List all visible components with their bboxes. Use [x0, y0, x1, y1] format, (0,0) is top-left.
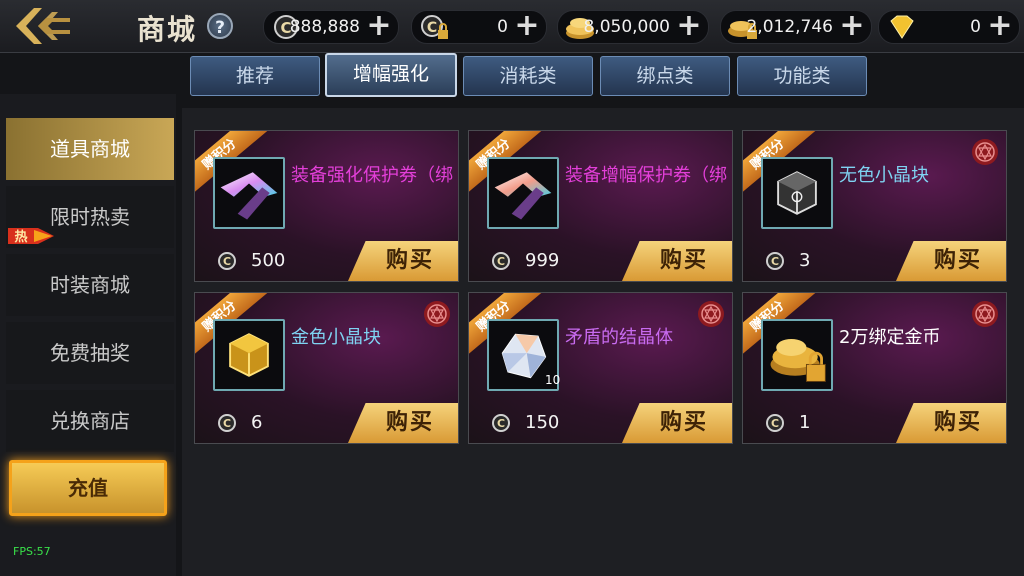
item-card[interactable]: 赠积分 2万绑定金币 C 1 购买 [742, 292, 1007, 444]
coupon-icon: C [218, 252, 236, 270]
item-name: 装备强化保护券（绑 [291, 165, 453, 186]
tab-bound-points[interactable]: 绑点类 [600, 56, 730, 96]
recharge-button[interactable]: 充值 [9, 460, 167, 516]
currency-gem: 0 + [878, 10, 1020, 44]
coupon-icon: C [492, 414, 510, 432]
add-locked-gold-button[interactable]: + [839, 11, 865, 43]
page-title: 商城 [137, 13, 198, 46]
top-bar: 商城 ? C 888,888 + C 0 + 8,050,000 + 2,012… [0, 0, 1024, 53]
svg-text:C: C [497, 417, 505, 430]
item-name: 2万绑定金币 [839, 327, 941, 348]
sidebar-item-free-draw[interactable]: 免费抽奖 [6, 322, 174, 384]
item-price: 999 [525, 250, 560, 271]
add-coupon-button[interactable]: + [366, 11, 392, 43]
coupon-icon: C [218, 414, 236, 432]
currency-value: 2,012,746 [746, 17, 833, 37]
currency-value: 888,888 [289, 17, 360, 37]
coupon-icon: C [766, 414, 784, 432]
locked-coupon-icon: C [421, 15, 448, 39]
buy-button[interactable]: 购买 [622, 403, 732, 443]
svg-text:C: C [427, 20, 437, 36]
currency-value: 8,050,000 [583, 17, 670, 37]
svg-text:C: C [771, 255, 779, 268]
hot-badge-label: 热 [14, 229, 27, 245]
buy-button[interactable]: 购买 [348, 403, 458, 443]
tab-recommend[interactable]: 推荐 [190, 56, 320, 96]
buy-button[interactable]: 购买 [896, 403, 1006, 443]
add-gold-button[interactable]: + [676, 11, 702, 43]
seal-icon [424, 301, 450, 327]
fps-counter: FPS:57 [13, 545, 51, 558]
sidebar-item-exchange-shop[interactable]: 兑换商店 [6, 390, 174, 452]
item-card[interactable]: 赠积分 金色小晶块 C 6 购买 [194, 292, 459, 444]
back-icon[interactable] [12, 4, 74, 48]
add-gem-button[interactable]: + [987, 11, 1013, 43]
item-count: 10 [545, 373, 561, 387]
buy-button[interactable]: 购买 [348, 241, 458, 281]
svg-text:C: C [771, 417, 779, 430]
item-price: 150 [525, 412, 560, 433]
hot-badge: 热 [8, 228, 54, 245]
item-price: 1 [799, 412, 811, 433]
add-locked-coupon-button[interactable]: + [514, 11, 540, 43]
svg-text:C: C [497, 255, 505, 268]
coupon-icon: C [766, 252, 784, 270]
tab-functions[interactable]: 功能类 [737, 56, 867, 96]
item-price: 3 [799, 250, 811, 271]
sidebar-item-fashion-mall[interactable]: 时装商城 [6, 254, 174, 316]
tab-consumables[interactable]: 消耗类 [463, 56, 593, 96]
buy-button[interactable]: 购买 [622, 241, 732, 281]
item-name: 无色小晶块 [839, 165, 929, 186]
item-card[interactable]: 赠积分 无色小晶块 C 3 购买 [742, 130, 1007, 282]
seal-icon [972, 301, 998, 327]
item-card[interactable]: 赠积分 装备增幅保护券（绑 C 999 购买 [468, 130, 733, 282]
gem-icon [890, 15, 914, 39]
currency-coupon: C 888,888 + [263, 10, 399, 44]
item-name: 装备增幅保护券（绑 [565, 165, 727, 186]
currency-locked-gold: 2,012,746 + [720, 10, 872, 44]
item-grid: 赠积分 装备强化保护券（绑 C 500 购买 赠积分 装备增幅保护券（绑 C 9… [182, 108, 1024, 576]
colorless-crystal-icon [761, 157, 833, 229]
help-button[interactable]: ? [207, 13, 233, 39]
sidebar-item-item-mall[interactable]: 道具商城 [6, 118, 174, 180]
item-card[interactable]: 赠积分 装备强化保护券（绑 C 500 购买 [194, 130, 459, 282]
tab-enhance[interactable]: 增幅强化 [325, 53, 457, 97]
currency-gold: 8,050,000 + [557, 10, 709, 44]
sidebar: 道具商城 限时热卖 时装商城 免费抽奖 兑换商店 充值 [0, 94, 176, 576]
item-name: 金色小晶块 [291, 327, 381, 348]
svg-text:C: C [223, 255, 231, 268]
item-price: 500 [251, 250, 286, 271]
bound-gold-coins-icon [761, 319, 833, 391]
currency-locked-coupon: C 0 + [411, 10, 547, 44]
protection-ticket-icon [213, 157, 285, 229]
item-price: 6 [251, 412, 263, 433]
coupon-icon: C [492, 252, 510, 270]
item-card[interactable]: 赠积分 10 矛盾的结晶体 C 150 购买 [468, 292, 733, 444]
currency-value: 0 [497, 17, 508, 37]
currency-value: 0 [970, 17, 981, 37]
gold-crystal-icon [213, 319, 285, 391]
seal-icon [698, 301, 724, 327]
buy-button[interactable]: 购买 [896, 241, 1006, 281]
svg-text:C: C [223, 417, 231, 430]
item-name: 矛盾的结晶体 [565, 327, 673, 348]
seal-icon [972, 139, 998, 165]
protection-ticket-icon [487, 157, 559, 229]
